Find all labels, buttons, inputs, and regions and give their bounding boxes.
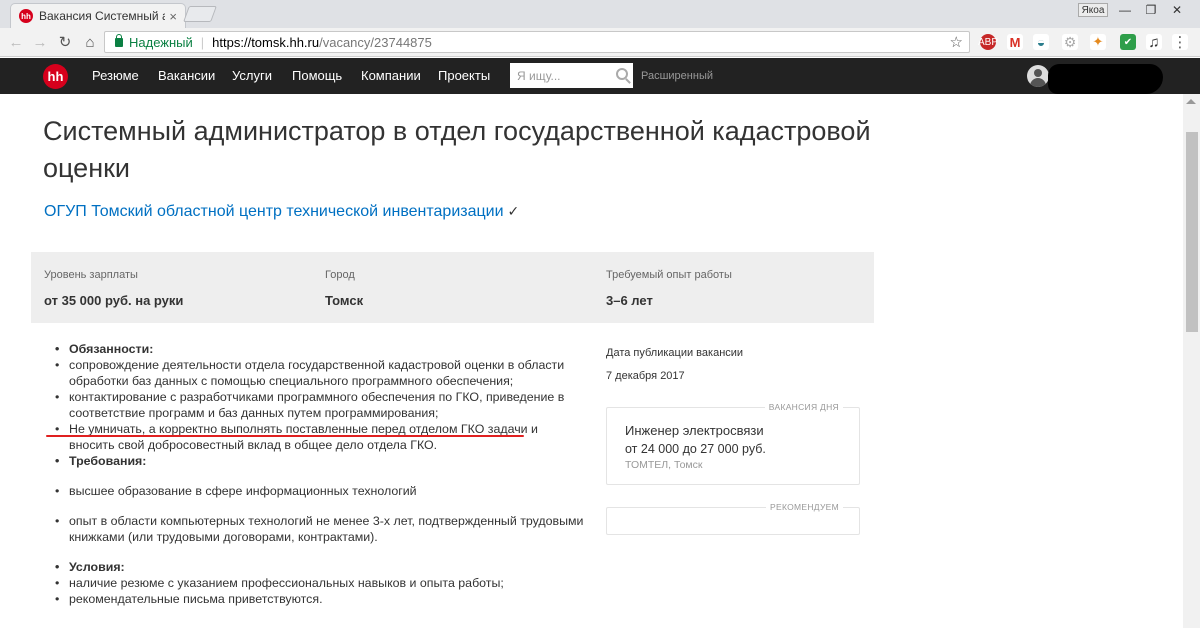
drive-extension-icon[interactable]: ◒: [1033, 34, 1049, 50]
avatar[interactable]: [1027, 65, 1049, 87]
redacted-username: [1048, 64, 1163, 94]
settings-extension-icon[interactable]: ⚙: [1062, 34, 1078, 50]
url-path: /vacancy/23744875: [319, 34, 432, 50]
condition-item: наличие резюме с указанием профессиональ…: [55, 575, 585, 591]
experience-value: 3–6 лет: [606, 293, 653, 308]
extension-icon[interactable]: ✦: [1090, 34, 1106, 50]
salary-label: Уровень зарплаты: [44, 269, 138, 281]
salary-value: от 35 000 руб. на руки: [44, 293, 184, 308]
nav-services[interactable]: Услуги: [232, 68, 272, 83]
restore-icon[interactable]: ❐: [1138, 1, 1164, 19]
shield-extension-icon[interactable]: ✔: [1120, 34, 1136, 50]
vacancy-of-day-title[interactable]: Инженер электросвязи: [625, 423, 764, 438]
vacancy-of-day-tag: ВАКАНСИЯ ДНЯ: [764, 402, 843, 412]
back-icon[interactable]: ←: [6, 32, 26, 52]
minimize-icon[interactable]: —: [1112, 1, 1138, 19]
company-link-row: ОГУП Томский областной центр технической…: [44, 203, 519, 221]
verified-check-icon: ✓: [507, 203, 520, 219]
search-box: [510, 63, 633, 88]
new-tab-button[interactable]: [183, 6, 217, 22]
requirement-item: опыт в области компьютерных технологий н…: [55, 513, 585, 545]
duty-item: сопровождение деятельности отдела госуда…: [55, 357, 585, 389]
nav-companies[interactable]: Компании: [361, 68, 421, 83]
search-icon[interactable]: [616, 68, 628, 80]
publication-date: 7 декабря 2017: [606, 370, 685, 382]
duties-heading: Обязанности:: [55, 341, 585, 357]
advanced-search-link[interactable]: Расширенный: [641, 70, 713, 82]
recommended-card[interactable]: РЕКОМЕНДУЕМ: [606, 502, 860, 535]
nav-help[interactable]: Помощь: [292, 68, 342, 83]
hh-favicon-icon: hh: [19, 9, 33, 23]
tab-close-icon[interactable]: ×: [169, 9, 177, 24]
browser-toolbar: ← → ↻ ⌂ Надежный | https://tomsk.hh.ru/v…: [0, 28, 1200, 57]
city-value: Томск: [325, 293, 364, 308]
hh-logo[interactable]: hh: [43, 64, 68, 89]
requirement-item: высшее образование в сфере информационны…: [55, 483, 585, 499]
url-host: https://tomsk.hh.ru: [212, 34, 320, 50]
condition-item: рекомендательные письма приветствуются.: [55, 591, 585, 607]
nav-vacancies[interactable]: Вакансии: [158, 68, 215, 83]
vacancy-of-day-salary: от 24 000 до 27 000 руб.: [625, 442, 766, 456]
company-link[interactable]: ОГУП Томский областной центр технической…: [44, 203, 504, 220]
reload-icon[interactable]: ↻: [55, 32, 75, 52]
publication-label: Дата публикации вакансии: [606, 347, 744, 359]
search-input[interactable]: [517, 68, 613, 83]
nav-projects[interactable]: Проекты: [438, 68, 490, 83]
duty-item-highlighted: Не умничать, а корректно выполнять поста…: [55, 421, 585, 453]
browser-tab[interactable]: hh Вакансия Системный адм ×: [10, 3, 186, 28]
vacancy-of-day-card[interactable]: ВАКАНСИЯ ДНЯ Инженер электросвязи от 24 …: [606, 402, 860, 485]
secure-label: Надежный: [129, 34, 193, 50]
lock-icon: [115, 33, 123, 47]
duty-item: контактирование с разработчиками програм…: [55, 389, 585, 421]
forward-icon[interactable]: →: [30, 32, 50, 52]
close-window-icon[interactable]: ✕: [1164, 1, 1190, 19]
bookmark-star-icon[interactable]: ☆: [950, 33, 963, 51]
address-separator: |: [200, 34, 205, 50]
recommended-tag: РЕКОМЕНДУЕМ: [766, 502, 843, 512]
nav-resume[interactable]: Резюме: [92, 68, 139, 83]
scrollbar-thumb[interactable]: [1186, 132, 1198, 332]
address-bar[interactable]: Надежный | https://tomsk.hh.ru/vacancy/2…: [104, 31, 970, 53]
red-underline-annotation: [46, 435, 524, 437]
vacancy-title: Системный администратор в отдел государс…: [43, 116, 871, 183]
vacancy-info-panel: [31, 252, 874, 323]
vacancy-description: Обязанности: сопровождение деятельности …: [55, 341, 585, 607]
scroll-up-arrow-icon[interactable]: [1186, 99, 1196, 104]
gmail-extension-icon[interactable]: M: [1007, 34, 1023, 50]
requirements-heading: Требования:: [55, 453, 585, 469]
chrome-menu-icon[interactable]: ⋮: [1172, 34, 1188, 51]
experience-label: Требуемый опыт работы: [606, 269, 732, 281]
vacancy-of-day-company: ТОМТЕЛ, Томск: [625, 459, 703, 471]
home-icon[interactable]: ⌂: [80, 32, 100, 52]
tab-title: Вакансия Системный адм: [39, 9, 166, 23]
conditions-heading: Условия:: [55, 559, 585, 575]
music-extension-icon[interactable]: ♫: [1146, 34, 1162, 51]
profile-button[interactable]: Якоа: [1078, 3, 1108, 17]
city-label: Город: [325, 269, 355, 281]
adblock-extension-icon[interactable]: ABP: [978, 34, 998, 50]
browser-titlebar: hh Вакансия Системный адм × Якоа — ❐ ✕: [0, 0, 1200, 28]
